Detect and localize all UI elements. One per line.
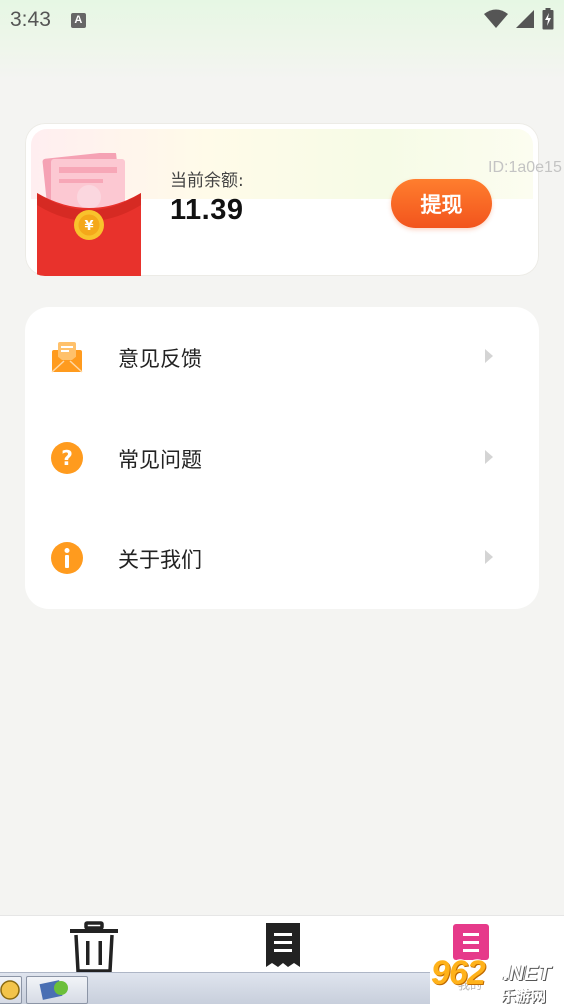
chevron-right-icon bbox=[485, 450, 493, 464]
question-icon: ? bbox=[51, 442, 83, 474]
trash-icon bbox=[70, 921, 118, 973]
receipt-icon bbox=[266, 923, 300, 967]
status-icons bbox=[484, 8, 554, 30]
watermark-text: 乐游网 bbox=[501, 987, 547, 1004]
balance-label: 当前余额: bbox=[170, 171, 244, 191]
chevron-right-icon bbox=[485, 550, 493, 564]
menu-item-about[interactable]: 关于我们 bbox=[25, 508, 539, 608]
watermark-suffix: .NET bbox=[503, 962, 551, 985]
menu-item-label: 意见反馈 bbox=[118, 347, 202, 371]
chevron-right-icon bbox=[485, 349, 493, 363]
app-icon bbox=[39, 980, 68, 1000]
wifi-icon bbox=[484, 9, 508, 28]
menu-card: 意见反馈 ? 常见问题 关于我们 bbox=[25, 307, 539, 609]
watermark-digits: 962 bbox=[431, 954, 486, 992]
info-icon bbox=[51, 542, 83, 574]
signal-icon bbox=[516, 10, 534, 28]
svg-text:?: ? bbox=[61, 446, 73, 470]
menu-item-label: 关于我们 bbox=[118, 548, 202, 572]
notification-badge: A bbox=[70, 12, 86, 28]
balance-amount: 11.39 bbox=[170, 194, 244, 226]
svg-text:¥: ¥ bbox=[84, 219, 93, 234]
taskbar bbox=[0, 972, 430, 1004]
balance-card: ¥ 当前余额: 11.39 提现 bbox=[25, 123, 539, 276]
withdraw-button[interactable]: 提现 bbox=[391, 179, 492, 228]
site-watermark: 962 .NET 乐游网 bbox=[425, 954, 564, 1004]
taskbar-button[interactable] bbox=[26, 976, 88, 1004]
battery-icon bbox=[542, 8, 554, 30]
status-time: 3:43 bbox=[10, 8, 51, 31]
feedback-mail-icon bbox=[51, 342, 83, 373]
menu-item-label: 常见问题 bbox=[118, 448, 202, 472]
taskbar-button[interactable] bbox=[0, 976, 22, 1004]
red-envelope-icon: ¥ bbox=[37, 153, 141, 276]
user-id: ID:1a0e15 bbox=[488, 159, 562, 176]
status-bar: 3:43 A bbox=[0, 0, 564, 40]
app-icon bbox=[0, 980, 20, 1000]
menu-item-feedback[interactable]: 意见反馈 bbox=[25, 307, 539, 407]
menu-item-faq[interactable]: ? 常见问题 bbox=[25, 408, 539, 508]
